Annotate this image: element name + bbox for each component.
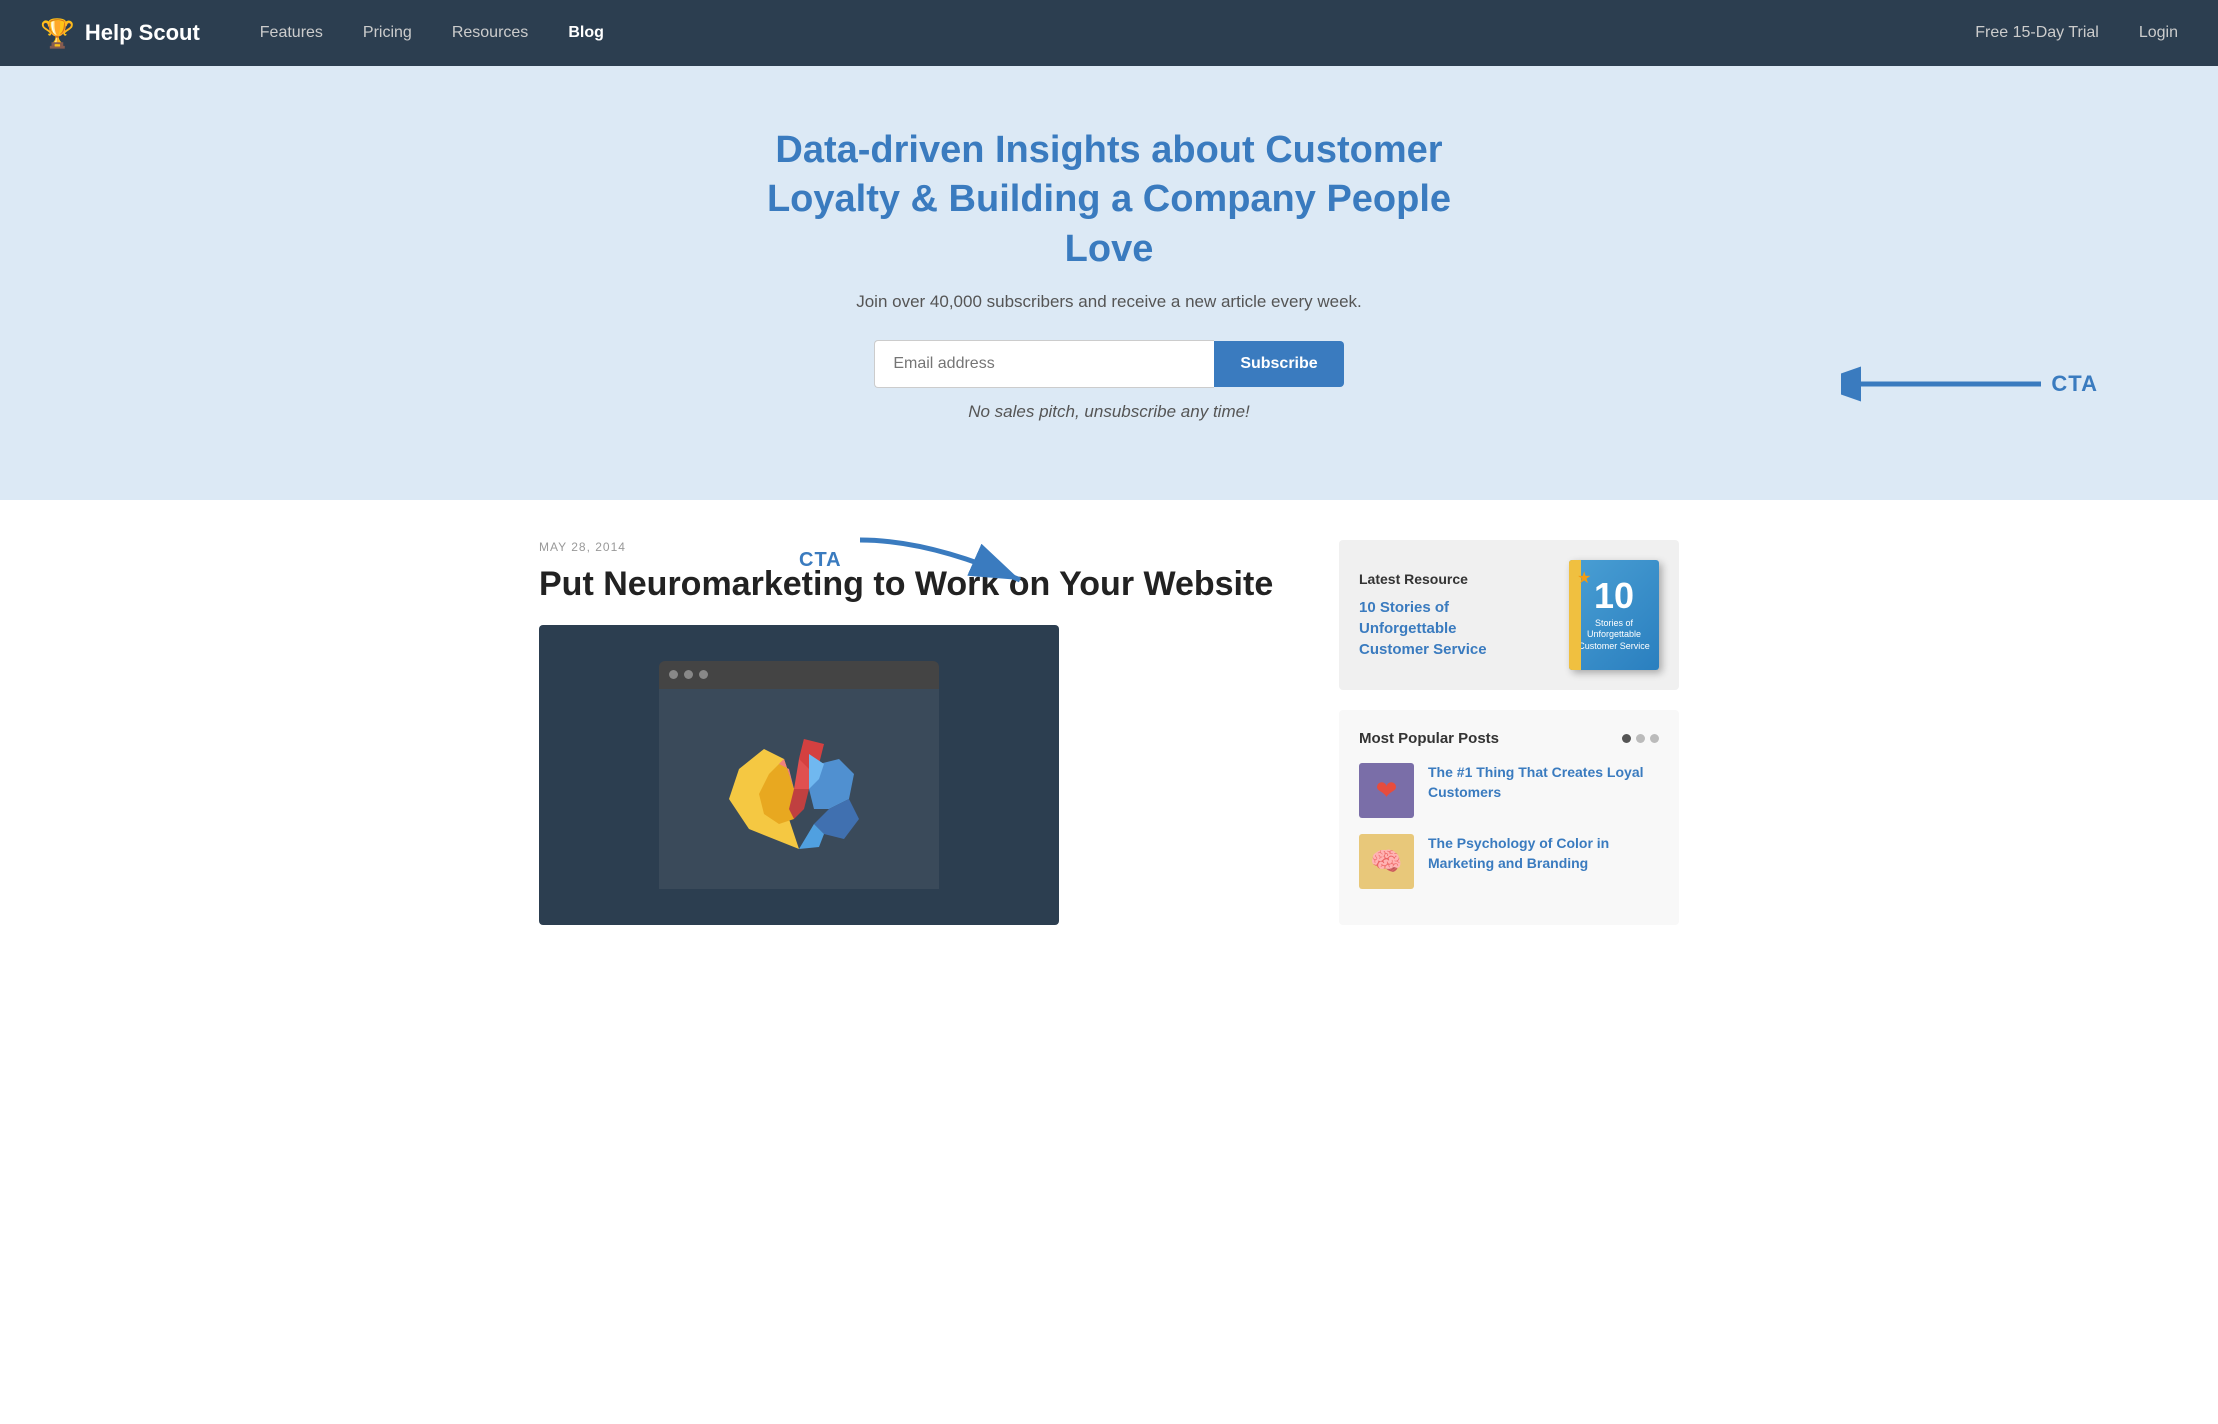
hero-subtitle: Join over 40,000 subscribers and receive… bbox=[40, 292, 2178, 312]
book-star: ★ bbox=[1577, 568, 1591, 588]
popular-posts-title: Most Popular Posts bbox=[1359, 730, 1499, 747]
latest-resource-content: Latest Resource 10 Stories of Unforgetta… bbox=[1359, 571, 1519, 660]
post-link-2[interactable]: The Psychology of Color in Marketing and… bbox=[1428, 834, 1659, 873]
nav-login[interactable]: Login bbox=[2139, 24, 2178, 42]
article-illustration bbox=[659, 661, 939, 889]
heart-icon: ❤ bbox=[1359, 763, 1414, 818]
popular-posts-box: Most Popular Posts ❤ The #1 Thing That C… bbox=[1339, 710, 1679, 925]
cta-arrow-top: CTA bbox=[1841, 354, 2098, 414]
nav-pricing[interactable]: Pricing bbox=[363, 24, 412, 42]
browser-dot-1 bbox=[669, 670, 678, 679]
subscribe-form: Subscribe CTA bbox=[40, 340, 2178, 388]
cta-label-top: CTA bbox=[2051, 371, 2098, 397]
hero-title: Data-driven Insights about Customer Loya… bbox=[759, 126, 1459, 274]
latest-resource-box: Latest Resource 10 Stories of Unforgetta… bbox=[1339, 540, 1679, 690]
nav-right: Free 15-Day Trial Login bbox=[1975, 24, 2178, 42]
pagination-dots bbox=[1622, 734, 1659, 743]
post-thumb-1: ❤ bbox=[1359, 763, 1414, 818]
arrow-svg bbox=[1841, 354, 2041, 414]
dot-1[interactable] bbox=[1622, 734, 1631, 743]
subscribe-button[interactable]: Subscribe bbox=[1214, 341, 1343, 387]
nav-links: Features Pricing Resources Blog bbox=[260, 24, 1975, 42]
latest-resource-label: Latest Resource bbox=[1359, 571, 1519, 587]
brain-svg bbox=[709, 709, 889, 869]
email-input[interactable] bbox=[874, 340, 1214, 388]
logo-link[interactable]: 🏆 Help Scout bbox=[40, 17, 200, 50]
nav-resources[interactable]: Resources bbox=[452, 24, 528, 42]
browser-dot-3 bbox=[699, 670, 708, 679]
book-text: Stories ofUnforgettableCustomer Service bbox=[1578, 618, 1650, 653]
latest-resource-link[interactable]: 10 Stories of Unforgettable Customer Ser… bbox=[1359, 597, 1519, 660]
cta-arrow-bottom: CTA bbox=[799, 530, 1050, 590]
article-image bbox=[539, 625, 1059, 925]
post-thumb-2: 🧠 bbox=[1359, 834, 1414, 889]
popular-posts-header: Most Popular Posts bbox=[1359, 730, 1659, 747]
book-cover: ★ 10 Stories ofUnforgettableCustomer Ser… bbox=[1569, 560, 1659, 670]
book-number: 10 bbox=[1594, 578, 1634, 614]
post-item-1: ❤ The #1 Thing That Creates Loyal Custom… bbox=[1359, 763, 1659, 818]
nav-trial[interactable]: Free 15-Day Trial bbox=[1975, 24, 2099, 42]
logo-icon: 🏆 bbox=[40, 17, 75, 50]
cta-label-bottom: CTA bbox=[799, 549, 842, 572]
browser-body bbox=[659, 689, 939, 889]
head-icon: 🧠 bbox=[1359, 834, 1414, 889]
main-content: CTA MAY 28, 2014 Put Neuromarketing to W… bbox=[509, 500, 1709, 965]
browser-dot-2 bbox=[684, 670, 693, 679]
post-link-1[interactable]: The #1 Thing That Creates Loyal Customer… bbox=[1428, 763, 1659, 802]
browser-bar bbox=[659, 661, 939, 689]
dot-2[interactable] bbox=[1636, 734, 1645, 743]
navigation: 🏆 Help Scout Features Pricing Resources … bbox=[0, 0, 2218, 66]
post-item-2: 🧠 The Psychology of Color in Marketing a… bbox=[1359, 834, 1659, 889]
sidebar: Latest Resource 10 Stories of Unforgetta… bbox=[1339, 540, 1679, 925]
bottom-arrow-svg bbox=[850, 530, 1050, 590]
nav-blog[interactable]: Blog bbox=[568, 24, 604, 42]
logo-text: Help Scout bbox=[85, 20, 200, 46]
dot-3[interactable] bbox=[1650, 734, 1659, 743]
nav-features[interactable]: Features bbox=[260, 24, 323, 42]
article-section: MAY 28, 2014 Put Neuromarketing to Work … bbox=[539, 540, 1339, 925]
hero-section: Data-driven Insights about Customer Loya… bbox=[0, 66, 2218, 500]
